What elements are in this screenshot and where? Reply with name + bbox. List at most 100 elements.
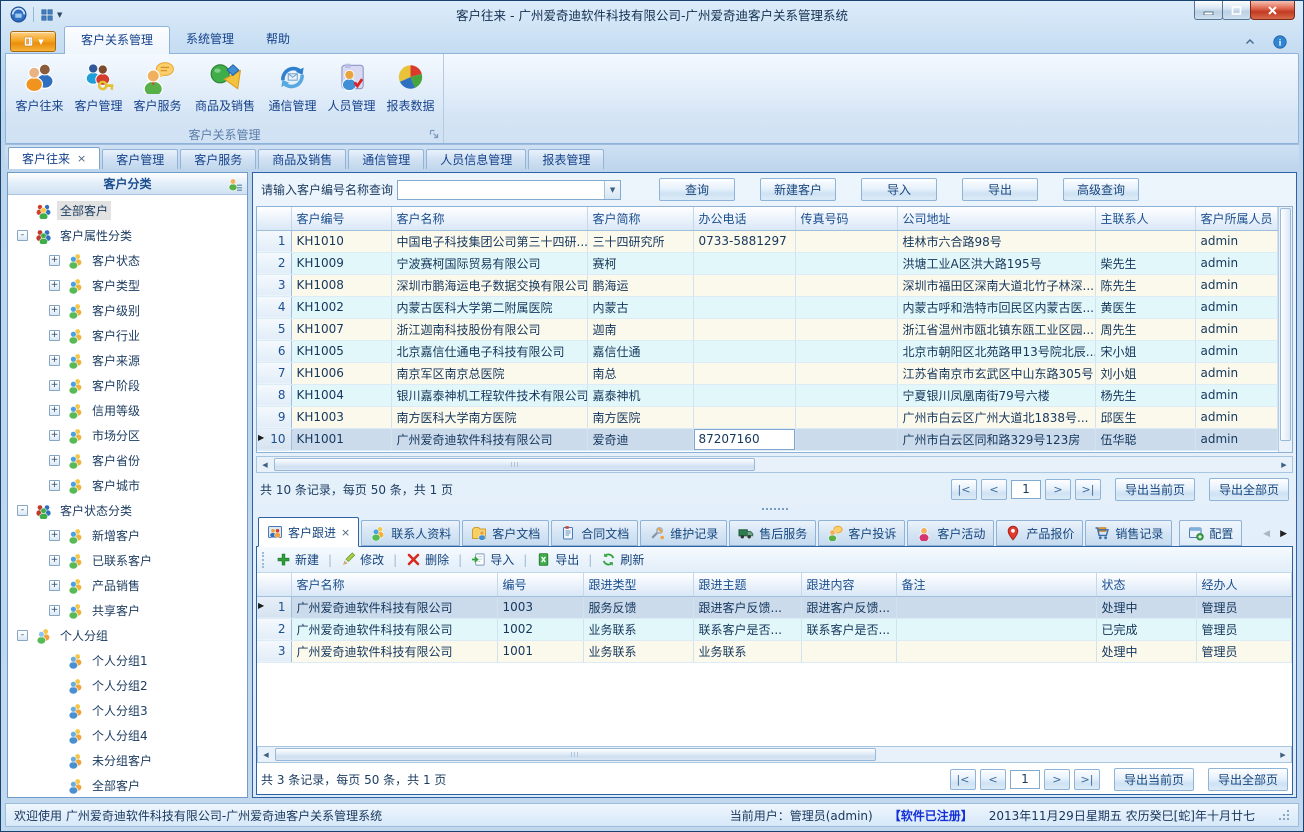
- tree-item[interactable]: 个人分组1: [8, 648, 247, 673]
- close-tab-icon[interactable]: ×: [77, 153, 86, 164]
- column-header[interactable]: 公司地址: [897, 207, 1095, 230]
- modify-button[interactable]: 修改: [336, 551, 389, 568]
- detail-tab-6[interactable]: 售后服务: [729, 520, 816, 546]
- detail-tab-7[interactable]: 客户投诉: [818, 520, 905, 546]
- column-header[interactable]: 编号: [497, 573, 583, 596]
- page-number-input[interactable]: [1011, 480, 1041, 499]
- tab-scroll-right-icon[interactable]: ▶: [1280, 529, 1287, 539]
- expand-box-icon[interactable]: +: [49, 530, 60, 541]
- vertical-scrollbar[interactable]: [1278, 207, 1292, 452]
- table-row[interactable]: 8KH1004银川嘉泰神机工程软件技术有限公司嘉泰神机宁夏银川凤凰南街79号六楼…: [257, 384, 1278, 406]
- detail-tab-4[interactable]: 合同文档: [551, 520, 638, 546]
- tree-item[interactable]: +新增客户: [8, 523, 247, 548]
- collapse-ribbon-icon[interactable]: [1243, 35, 1257, 49]
- registered-link[interactable]: 【软件已注册】: [889, 807, 973, 824]
- new-button[interactable]: 新建: [271, 551, 324, 568]
- column-header[interactable]: 客户编号: [291, 207, 391, 230]
- tree-item[interactable]: +共享客户: [8, 598, 247, 623]
- detail-tab-10[interactable]: 销售记录: [1085, 520, 1172, 546]
- detail-tab-9[interactable]: 产品报价: [996, 520, 1083, 546]
- last-page-button[interactable]: >|: [1075, 479, 1101, 500]
- expand-box-icon[interactable]: +: [49, 305, 60, 316]
- expand-box-icon[interactable]: +: [49, 430, 60, 441]
- expand-box-icon[interactable]: +: [49, 455, 60, 466]
- page-number-input[interactable]: [1010, 770, 1040, 789]
- advanced-query-button[interactable]: 高级查询: [1063, 178, 1139, 201]
- first-page-button[interactable]: |<: [950, 769, 976, 790]
- ribbon-tab-3[interactable]: 帮助: [250, 26, 306, 53]
- column-header[interactable]: [257, 207, 291, 230]
- tree-item[interactable]: -客户状态分类: [8, 498, 247, 523]
- column-header[interactable]: [257, 573, 291, 596]
- new-customer-button[interactable]: 新建客户: [760, 178, 836, 201]
- tree-item[interactable]: +客户来源: [8, 348, 247, 373]
- expand-box-icon[interactable]: +: [49, 555, 60, 566]
- dialog-launcher-icon[interactable]: [428, 128, 440, 140]
- column-header[interactable]: 客户名称: [291, 573, 497, 596]
- collapse-box-icon[interactable]: -: [17, 505, 28, 516]
- tree-item[interactable]: +客户阶段: [8, 373, 247, 398]
- doc-tab-1[interactable]: 客户往来×: [8, 147, 100, 169]
- collapse-box-icon[interactable]: -: [17, 230, 28, 241]
- table-row[interactable]: 2KH1009宁波赛柯国际贸易有限公司赛柯洪塘工业A区洪大路195号柴先生adm…: [257, 252, 1278, 274]
- ribbon-button-5[interactable]: 通信管理: [263, 58, 322, 126]
- tree-item[interactable]: +客户级别: [8, 298, 247, 323]
- next-page-button[interactable]: >: [1044, 769, 1070, 790]
- table-row[interactable]: 1KH1010中国电子科技集团公司第三十四研...三十四研究所0733-5881…: [257, 230, 1278, 252]
- ribbon-button-3[interactable]: 客户服务: [128, 58, 187, 126]
- doc-tab-2[interactable]: 客户管理: [102, 149, 178, 169]
- tab-scroll-left-icon[interactable]: ◀: [1263, 529, 1270, 539]
- app-menu-button[interactable]: ▼: [10, 31, 56, 52]
- export-all-pages-button[interactable]: 导出全部页: [1209, 478, 1289, 501]
- tree-item[interactable]: 个人分组3: [8, 698, 247, 723]
- column-header[interactable]: 客户所属人员: [1195, 207, 1278, 230]
- export-current-page-button[interactable]: 导出当前页: [1115, 478, 1195, 501]
- maximize-button[interactable]: [1222, 1, 1251, 20]
- detail-tab-2[interactable]: 联系人资料: [361, 520, 460, 546]
- ribbon-button-1[interactable]: 客户往来: [10, 58, 69, 126]
- expand-box-icon[interactable]: +: [49, 330, 60, 341]
- column-header[interactable]: 备注: [896, 573, 1096, 596]
- combo-dropdown-icon[interactable]: ▼: [604, 181, 620, 199]
- ribbon-tab-1[interactable]: 客户关系管理: [64, 26, 170, 54]
- tree-item[interactable]: +客户类型: [8, 273, 247, 298]
- tree-item[interactable]: +信用等级: [8, 398, 247, 423]
- ribbon-button-7[interactable]: 报表数据: [381, 58, 440, 126]
- doc-tab-7[interactable]: 报表管理: [528, 149, 604, 169]
- expand-box-icon[interactable]: +: [49, 380, 60, 391]
- detail-tab-5[interactable]: 维护记录: [640, 520, 727, 546]
- export-button[interactable]: 导出: [531, 551, 584, 568]
- prev-page-button[interactable]: <: [981, 479, 1007, 500]
- scroll-right-icon[interactable]: ▶: [1276, 457, 1292, 472]
- quick-access-toolbar-button[interactable]: ▼: [40, 8, 62, 22]
- h-scrollbar-thumb[interactable]: [275, 748, 876, 761]
- doc-tab-4[interactable]: 商品及销售: [258, 149, 346, 169]
- horizontal-scrollbar[interactable]: ◀ ▶: [257, 746, 1292, 763]
- close-button[interactable]: [1250, 1, 1295, 20]
- expand-box-icon[interactable]: +: [49, 255, 60, 266]
- h-scrollbar-track[interactable]: [273, 457, 1276, 472]
- import-button[interactable]: 导入: [466, 551, 519, 568]
- detail-tab-8[interactable]: 客户活动: [907, 520, 994, 546]
- column-header[interactable]: 经办人: [1196, 573, 1292, 596]
- export-all-pages-button[interactable]: 导出全部页: [1208, 768, 1288, 791]
- table-row[interactable]: 7KH1006南京军区南京总医院南总江苏省南京市玄武区中山东路305号刘小姐ad…: [257, 362, 1278, 384]
- tree-item[interactable]: +客户城市: [8, 473, 247, 498]
- ribbon-button-2[interactable]: 客户管理: [69, 58, 128, 126]
- table-row[interactable]: ▶10KH1001广州爱奇迪软件科技有限公司爱奇迪87207160广州市白云区同…: [257, 428, 1278, 450]
- table-row[interactable]: 3广州爱奇迪软件科技有限公司1001业务联系业务联系处理中管理员: [257, 640, 1292, 662]
- column-header[interactable]: 客户简称: [587, 207, 693, 230]
- expand-box-icon[interactable]: +: [49, 605, 60, 616]
- expand-box-icon[interactable]: +: [49, 405, 60, 416]
- prev-page-button[interactable]: <: [980, 769, 1006, 790]
- table-row[interactable]: 2广州爱奇迪软件科技有限公司1002业务联系联系客户是否...联系客户是否...…: [257, 618, 1292, 640]
- scroll-right-icon[interactable]: ▶: [1275, 747, 1291, 762]
- search-input[interactable]: [398, 181, 604, 199]
- resize-grip-icon[interactable]: [1279, 810, 1290, 821]
- query-button[interactable]: 查询: [659, 178, 735, 201]
- export-current-page-button[interactable]: 导出当前页: [1114, 768, 1194, 791]
- export-button[interactable]: 导出: [962, 178, 1038, 201]
- table-row[interactable]: ▶1广州爱奇迪软件科技有限公司1003服务反馈跟进客户反馈...跟进客户反馈..…: [257, 596, 1292, 618]
- next-page-button[interactable]: >: [1045, 479, 1071, 500]
- table-row[interactable]: 4KH1002内蒙古医科大学第二附属医院内蒙古内蒙古呼和浩特市回民区内蒙古医..…: [257, 296, 1278, 318]
